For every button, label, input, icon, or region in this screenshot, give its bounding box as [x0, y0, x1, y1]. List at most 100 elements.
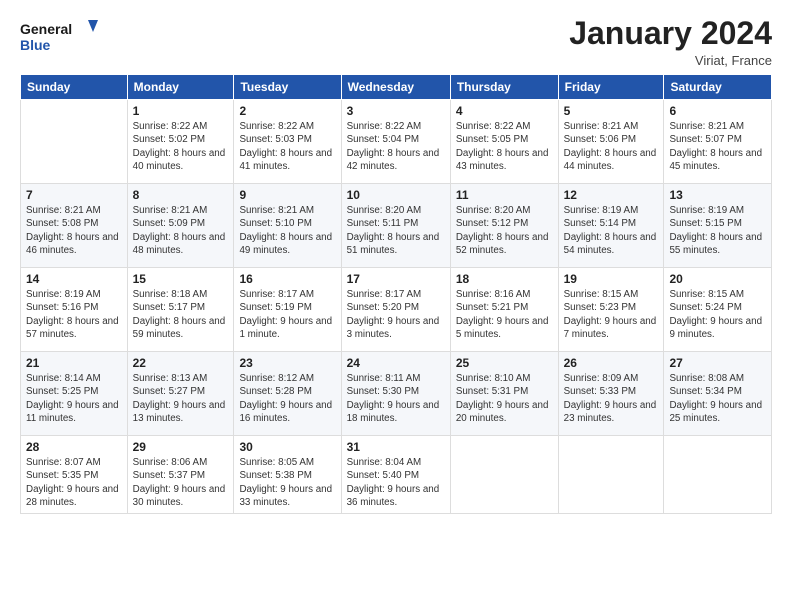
table-row: 17 Sunrise: 8:17 AMSunset: 5:20 PMDaylig…: [341, 268, 450, 352]
table-row: 29 Sunrise: 8:06 AMSunset: 5:37 PMDaylig…: [127, 436, 234, 514]
day-number: 17: [347, 272, 445, 286]
table-row: 7 Sunrise: 8:21 AMSunset: 5:08 PMDayligh…: [21, 184, 128, 268]
table-row: 11 Sunrise: 8:20 AMSunset: 5:12 PMDaylig…: [450, 184, 558, 268]
table-row: 21 Sunrise: 8:14 AMSunset: 5:25 PMDaylig…: [21, 352, 128, 436]
day-number: 9: [239, 188, 335, 202]
table-row: 25 Sunrise: 8:10 AMSunset: 5:31 PMDaylig…: [450, 352, 558, 436]
day-info: Sunrise: 8:17 AMSunset: 5:20 PMDaylight:…: [347, 288, 445, 341]
day-number: 19: [564, 272, 659, 286]
table-row: 12 Sunrise: 8:19 AMSunset: 5:14 PMDaylig…: [558, 184, 664, 268]
table-row: [558, 436, 664, 514]
day-info: Sunrise: 8:16 AMSunset: 5:21 PMDaylight:…: [456, 288, 553, 341]
table-row: 18 Sunrise: 8:16 AMSunset: 5:21 PMDaylig…: [450, 268, 558, 352]
day-number: 14: [26, 272, 122, 286]
table-row: 15 Sunrise: 8:18 AMSunset: 5:17 PMDaylig…: [127, 268, 234, 352]
day-info: Sunrise: 8:21 AMSunset: 5:08 PMDaylight:…: [26, 204, 122, 257]
header-thursday: Thursday: [450, 75, 558, 100]
table-row: 22 Sunrise: 8:13 AMSunset: 5:27 PMDaylig…: [127, 352, 234, 436]
day-number: 6: [669, 104, 766, 118]
table-row: 3 Sunrise: 8:22 AMSunset: 5:04 PMDayligh…: [341, 100, 450, 184]
day-info: Sunrise: 8:22 AMSunset: 5:04 PMDaylight:…: [347, 120, 445, 173]
calendar: Sunday Monday Tuesday Wednesday Thursday…: [20, 74, 772, 514]
weekday-header-row: Sunday Monday Tuesday Wednesday Thursday…: [21, 75, 772, 100]
day-info: Sunrise: 8:22 AMSunset: 5:05 PMDaylight:…: [456, 120, 553, 173]
day-info: Sunrise: 8:19 AMSunset: 5:16 PMDaylight:…: [26, 288, 122, 341]
table-row: 1 Sunrise: 8:22 AMSunset: 5:02 PMDayligh…: [127, 100, 234, 184]
header-wednesday: Wednesday: [341, 75, 450, 100]
day-number: 4: [456, 104, 553, 118]
table-row: 13 Sunrise: 8:19 AMSunset: 5:15 PMDaylig…: [664, 184, 772, 268]
day-number: 21: [26, 356, 122, 370]
day-number: 11: [456, 188, 553, 202]
day-info: Sunrise: 8:05 AMSunset: 5:38 PMDaylight:…: [239, 456, 335, 509]
header-monday: Monday: [127, 75, 234, 100]
day-number: 2: [239, 104, 335, 118]
header-tuesday: Tuesday: [234, 75, 341, 100]
day-info: Sunrise: 8:22 AMSunset: 5:03 PMDaylight:…: [239, 120, 335, 173]
day-number: 5: [564, 104, 659, 118]
day-info: Sunrise: 8:11 AMSunset: 5:30 PMDaylight:…: [347, 372, 445, 425]
day-number: 23: [239, 356, 335, 370]
svg-text:Blue: Blue: [20, 37, 51, 53]
logo: General Blue: [20, 16, 100, 60]
day-number: 20: [669, 272, 766, 286]
day-number: 13: [669, 188, 766, 202]
day-number: 3: [347, 104, 445, 118]
logo-svg: General Blue: [20, 16, 100, 60]
table-row: 5 Sunrise: 8:21 AMSunset: 5:06 PMDayligh…: [558, 100, 664, 184]
day-number: 28: [26, 440, 122, 454]
day-number: 27: [669, 356, 766, 370]
day-number: 30: [239, 440, 335, 454]
title-area: January 2024 Viriat, France: [569, 16, 772, 68]
day-number: 31: [347, 440, 445, 454]
day-number: 16: [239, 272, 335, 286]
day-info: Sunrise: 8:20 AMSunset: 5:11 PMDaylight:…: [347, 204, 445, 257]
day-info: Sunrise: 8:08 AMSunset: 5:34 PMDaylight:…: [669, 372, 766, 425]
table-row: 27 Sunrise: 8:08 AMSunset: 5:34 PMDaylig…: [664, 352, 772, 436]
header-sunday: Sunday: [21, 75, 128, 100]
day-number: 29: [133, 440, 229, 454]
table-row: 16 Sunrise: 8:17 AMSunset: 5:19 PMDaylig…: [234, 268, 341, 352]
day-number: 25: [456, 356, 553, 370]
day-info: Sunrise: 8:21 AMSunset: 5:09 PMDaylight:…: [133, 204, 229, 257]
table-row: 10 Sunrise: 8:20 AMSunset: 5:11 PMDaylig…: [341, 184, 450, 268]
table-row: 14 Sunrise: 8:19 AMSunset: 5:16 PMDaylig…: [21, 268, 128, 352]
table-row: 19 Sunrise: 8:15 AMSunset: 5:23 PMDaylig…: [558, 268, 664, 352]
location: Viriat, France: [569, 53, 772, 68]
table-row: 28 Sunrise: 8:07 AMSunset: 5:35 PMDaylig…: [21, 436, 128, 514]
day-info: Sunrise: 8:22 AMSunset: 5:02 PMDaylight:…: [133, 120, 229, 173]
table-row: 30 Sunrise: 8:05 AMSunset: 5:38 PMDaylig…: [234, 436, 341, 514]
table-row: 20 Sunrise: 8:15 AMSunset: 5:24 PMDaylig…: [664, 268, 772, 352]
day-info: Sunrise: 8:21 AMSunset: 5:07 PMDaylight:…: [669, 120, 766, 173]
day-info: Sunrise: 8:07 AMSunset: 5:35 PMDaylight:…: [26, 456, 122, 509]
table-row: 8 Sunrise: 8:21 AMSunset: 5:09 PMDayligh…: [127, 184, 234, 268]
day-info: Sunrise: 8:21 AMSunset: 5:06 PMDaylight:…: [564, 120, 659, 173]
day-info: Sunrise: 8:21 AMSunset: 5:10 PMDaylight:…: [239, 204, 335, 257]
day-number: 15: [133, 272, 229, 286]
day-number: 24: [347, 356, 445, 370]
table-row: 9 Sunrise: 8:21 AMSunset: 5:10 PMDayligh…: [234, 184, 341, 268]
day-info: Sunrise: 8:19 AMSunset: 5:14 PMDaylight:…: [564, 204, 659, 257]
day-info: Sunrise: 8:09 AMSunset: 5:33 PMDaylight:…: [564, 372, 659, 425]
day-info: Sunrise: 8:10 AMSunset: 5:31 PMDaylight:…: [456, 372, 553, 425]
day-number: 22: [133, 356, 229, 370]
table-row: [21, 100, 128, 184]
day-number: 7: [26, 188, 122, 202]
day-info: Sunrise: 8:12 AMSunset: 5:28 PMDaylight:…: [239, 372, 335, 425]
day-number: 26: [564, 356, 659, 370]
page: General Blue January 2024 Viriat, France…: [0, 0, 792, 612]
day-info: Sunrise: 8:15 AMSunset: 5:24 PMDaylight:…: [669, 288, 766, 341]
day-number: 12: [564, 188, 659, 202]
table-row: 24 Sunrise: 8:11 AMSunset: 5:30 PMDaylig…: [341, 352, 450, 436]
day-info: Sunrise: 8:19 AMSunset: 5:15 PMDaylight:…: [669, 204, 766, 257]
day-number: 10: [347, 188, 445, 202]
day-info: Sunrise: 8:13 AMSunset: 5:27 PMDaylight:…: [133, 372, 229, 425]
header: General Blue January 2024 Viriat, France: [20, 16, 772, 68]
month-title: January 2024: [569, 16, 772, 51]
day-info: Sunrise: 8:20 AMSunset: 5:12 PMDaylight:…: [456, 204, 553, 257]
day-number: 1: [133, 104, 229, 118]
table-row: 31 Sunrise: 8:04 AMSunset: 5:40 PMDaylig…: [341, 436, 450, 514]
table-row: 26 Sunrise: 8:09 AMSunset: 5:33 PMDaylig…: [558, 352, 664, 436]
table-row: 6 Sunrise: 8:21 AMSunset: 5:07 PMDayligh…: [664, 100, 772, 184]
table-row: 2 Sunrise: 8:22 AMSunset: 5:03 PMDayligh…: [234, 100, 341, 184]
